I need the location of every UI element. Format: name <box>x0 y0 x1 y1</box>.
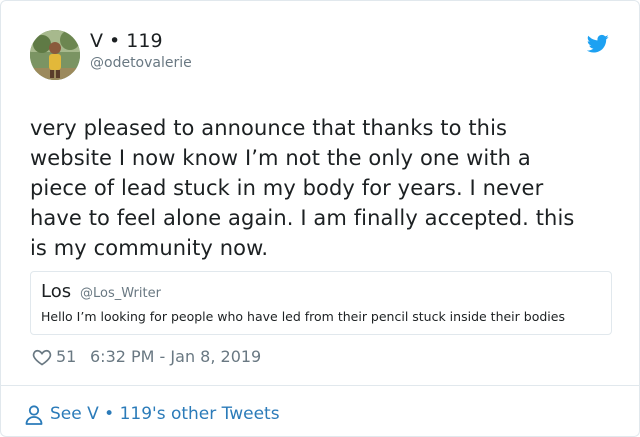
quoted-tweet[interactable]: Los @Los_Writer Hello I’m looking for pe… <box>30 271 612 335</box>
quoted-tweet-author-name: Los <box>41 281 72 302</box>
author-display-name[interactable]: V • 119 <box>90 30 163 52</box>
quoted-tweet-text: Hello I’m looking for people who have le… <box>41 309 565 324</box>
tweet-text-line: very pleased to announce that thanks to … <box>30 116 508 140</box>
like-count[interactable]: 51 <box>56 347 76 366</box>
tweet-header: V • 119 @odetovalerie <box>30 30 619 82</box>
divider <box>1 385 640 386</box>
tweet-text-line: have to feel alone again. I am finally a… <box>30 206 575 230</box>
avatar[interactable] <box>30 30 80 80</box>
tweet-text-line: website I now know I’m not the only one … <box>30 146 531 170</box>
heart-icon[interactable] <box>32 347 52 367</box>
author-handle[interactable]: @odetovalerie <box>90 55 192 71</box>
person-icon <box>25 405 43 425</box>
quoted-tweet-author-handle: @Los_Writer <box>80 286 161 301</box>
tweet-text: very pleased to announce that thanks to … <box>30 113 610 263</box>
twitter-bird-icon[interactable] <box>586 34 609 54</box>
see-other-tweets-label: See V • 119's other Tweets <box>50 404 280 424</box>
tweet-timestamp[interactable]: 6:32 PM - Jan 8, 2019 <box>90 347 261 366</box>
tweet-text-line: is my community now. <box>30 236 269 260</box>
tweet-card: V • 119 @odetovalerie very pleased to an… <box>0 0 640 437</box>
tweet-text-line: piece of lead stuck in my body for years… <box>30 176 544 200</box>
